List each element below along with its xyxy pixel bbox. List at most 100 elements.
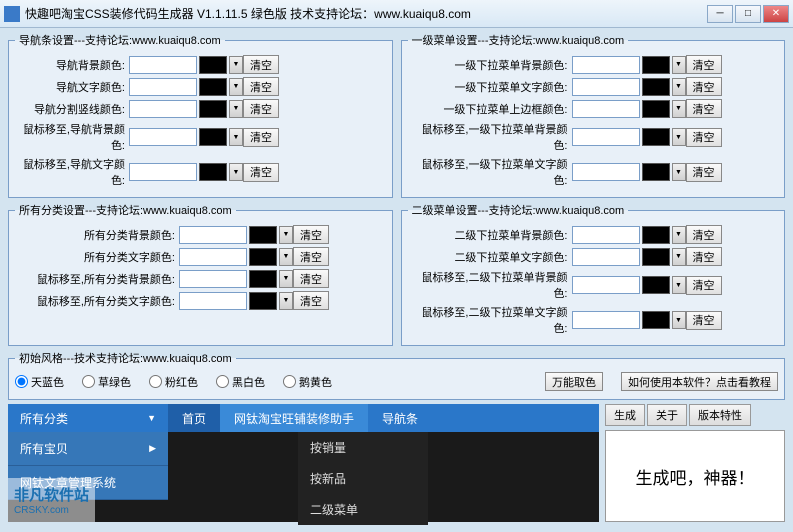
color-dropdown-button[interactable]: ▼	[279, 226, 293, 244]
color-dropdown-button[interactable]: ▼	[672, 311, 686, 329]
color-input[interactable]	[129, 56, 197, 74]
color-swatch[interactable]	[642, 248, 670, 266]
clear-button[interactable]: 清空	[686, 311, 722, 330]
sidebar-allbaby[interactable]: 所有宝贝▶	[8, 432, 168, 466]
close-button[interactable]: ✕	[763, 5, 789, 23]
dropdown-item[interactable]: 按新品	[298, 463, 428, 494]
clear-button[interactable]: 清空	[293, 225, 329, 244]
color-dropdown-button[interactable]: ▼	[672, 78, 686, 96]
color-dropdown-button[interactable]: ▼	[229, 163, 243, 181]
color-input[interactable]	[179, 292, 247, 310]
color-input[interactable]	[572, 276, 640, 294]
color-dropdown-button[interactable]: ▼	[672, 276, 686, 294]
color-input[interactable]	[129, 78, 197, 96]
color-dropdown-button[interactable]: ▼	[229, 56, 243, 74]
color-swatch[interactable]	[199, 163, 227, 181]
color-dropdown-button[interactable]: ▼	[672, 56, 686, 74]
color-input[interactable]	[572, 100, 640, 118]
color-swatch[interactable]	[642, 226, 670, 244]
preview-home[interactable]: 首页	[168, 404, 220, 432]
color-input[interactable]	[179, 226, 247, 244]
radio-input[interactable]	[82, 375, 95, 388]
color-swatch[interactable]	[642, 276, 670, 294]
color-swatch[interactable]	[642, 56, 670, 74]
style-radio-4[interactable]: 鹅黄色	[283, 374, 332, 390]
color-dropdown-button[interactable]: ▼	[672, 100, 686, 118]
clear-button[interactable]: 清空	[243, 128, 279, 147]
color-input[interactable]	[572, 248, 640, 266]
radio-input[interactable]	[283, 375, 296, 388]
color-input[interactable]	[572, 226, 640, 244]
color-input[interactable]	[572, 78, 640, 96]
color-input[interactable]	[572, 56, 640, 74]
color-swatch[interactable]	[199, 56, 227, 74]
color-dropdown-button[interactable]: ▼	[279, 248, 293, 266]
generate-box[interactable]: 生成吧，神器！	[605, 430, 785, 522]
color-dropdown-button[interactable]: ▼	[229, 100, 243, 118]
clear-button[interactable]: 清空	[293, 291, 329, 310]
color-dropdown-button[interactable]: ▼	[229, 128, 243, 146]
color-swatch[interactable]	[642, 100, 670, 118]
color-input[interactable]	[572, 311, 640, 329]
color-dropdown-button[interactable]: ▼	[229, 78, 243, 96]
style-radio-1[interactable]: 草绿色	[82, 374, 131, 390]
color-dropdown-button[interactable]: ▼	[672, 248, 686, 266]
color-swatch[interactable]	[199, 100, 227, 118]
clear-button[interactable]: 清空	[686, 247, 722, 266]
clear-button[interactable]: 清空	[686, 225, 722, 244]
radio-input[interactable]	[15, 375, 28, 388]
color-swatch[interactable]	[642, 78, 670, 96]
color-input[interactable]	[129, 163, 197, 181]
clear-button[interactable]: 清空	[243, 99, 279, 118]
color-input[interactable]	[572, 128, 640, 146]
color-dropdown-button[interactable]: ▼	[279, 292, 293, 310]
radio-input[interactable]	[216, 375, 229, 388]
color-input[interactable]	[572, 163, 640, 181]
color-swatch[interactable]	[199, 78, 227, 96]
tab-version[interactable]: 版本特性	[689, 404, 751, 426]
maximize-button[interactable]: □	[735, 5, 761, 23]
clear-button[interactable]: 清空	[243, 55, 279, 74]
pick-color-button[interactable]: 万能取色	[545, 372, 603, 391]
dropdown-item[interactable]: 二级菜单	[298, 494, 428, 525]
preview-navbar[interactable]: 导航条	[368, 404, 432, 432]
color-swatch[interactable]	[249, 226, 277, 244]
color-dropdown-button[interactable]: ▼	[672, 163, 686, 181]
clear-button[interactable]: 清空	[686, 276, 722, 295]
color-swatch[interactable]	[642, 163, 670, 181]
color-input[interactable]	[129, 128, 197, 146]
color-swatch[interactable]	[249, 292, 277, 310]
color-input[interactable]	[179, 270, 247, 288]
clear-button[interactable]: 清空	[686, 128, 722, 147]
clear-button[interactable]: 清空	[243, 163, 279, 182]
color-swatch[interactable]	[642, 128, 670, 146]
color-input[interactable]	[179, 248, 247, 266]
clear-button[interactable]: 清空	[686, 99, 722, 118]
minimize-button[interactable]: ─	[707, 5, 733, 23]
clear-button[interactable]: 清空	[293, 269, 329, 288]
color-dropdown-button[interactable]: ▼	[279, 270, 293, 288]
radio-input[interactable]	[149, 375, 162, 388]
clear-button[interactable]: 清空	[686, 55, 722, 74]
color-dropdown-button[interactable]: ▼	[672, 226, 686, 244]
clear-button[interactable]: 清空	[293, 247, 329, 266]
color-swatch[interactable]	[249, 270, 277, 288]
style-radio-2[interactable]: 粉红色	[149, 374, 198, 390]
clear-button[interactable]: 清空	[686, 77, 722, 96]
color-swatch[interactable]	[199, 128, 227, 146]
help-button[interactable]: 如何使用本软件？点击看教程	[621, 372, 778, 391]
color-input[interactable]	[129, 100, 197, 118]
color-dropdown-button[interactable]: ▼	[672, 128, 686, 146]
style-radio-0[interactable]: 天蓝色	[15, 374, 64, 390]
tab-generate[interactable]: 生成	[605, 404, 645, 426]
tab-about[interactable]: 关于	[647, 404, 687, 426]
clear-button[interactable]: 清空	[686, 163, 722, 182]
preview-allcat[interactable]: 所有分类▼	[8, 404, 168, 432]
color-swatch[interactable]	[249, 248, 277, 266]
dropdown-item[interactable]: 按销量	[298, 432, 428, 463]
watermark: 非凡软件站 CRSKY.com	[8, 478, 95, 522]
preview-helper[interactable]: 网钛淘宝旺铺装修助手	[220, 404, 368, 432]
color-swatch[interactable]	[642, 311, 670, 329]
clear-button[interactable]: 清空	[243, 77, 279, 96]
style-radio-3[interactable]: 黑白色	[216, 374, 265, 390]
